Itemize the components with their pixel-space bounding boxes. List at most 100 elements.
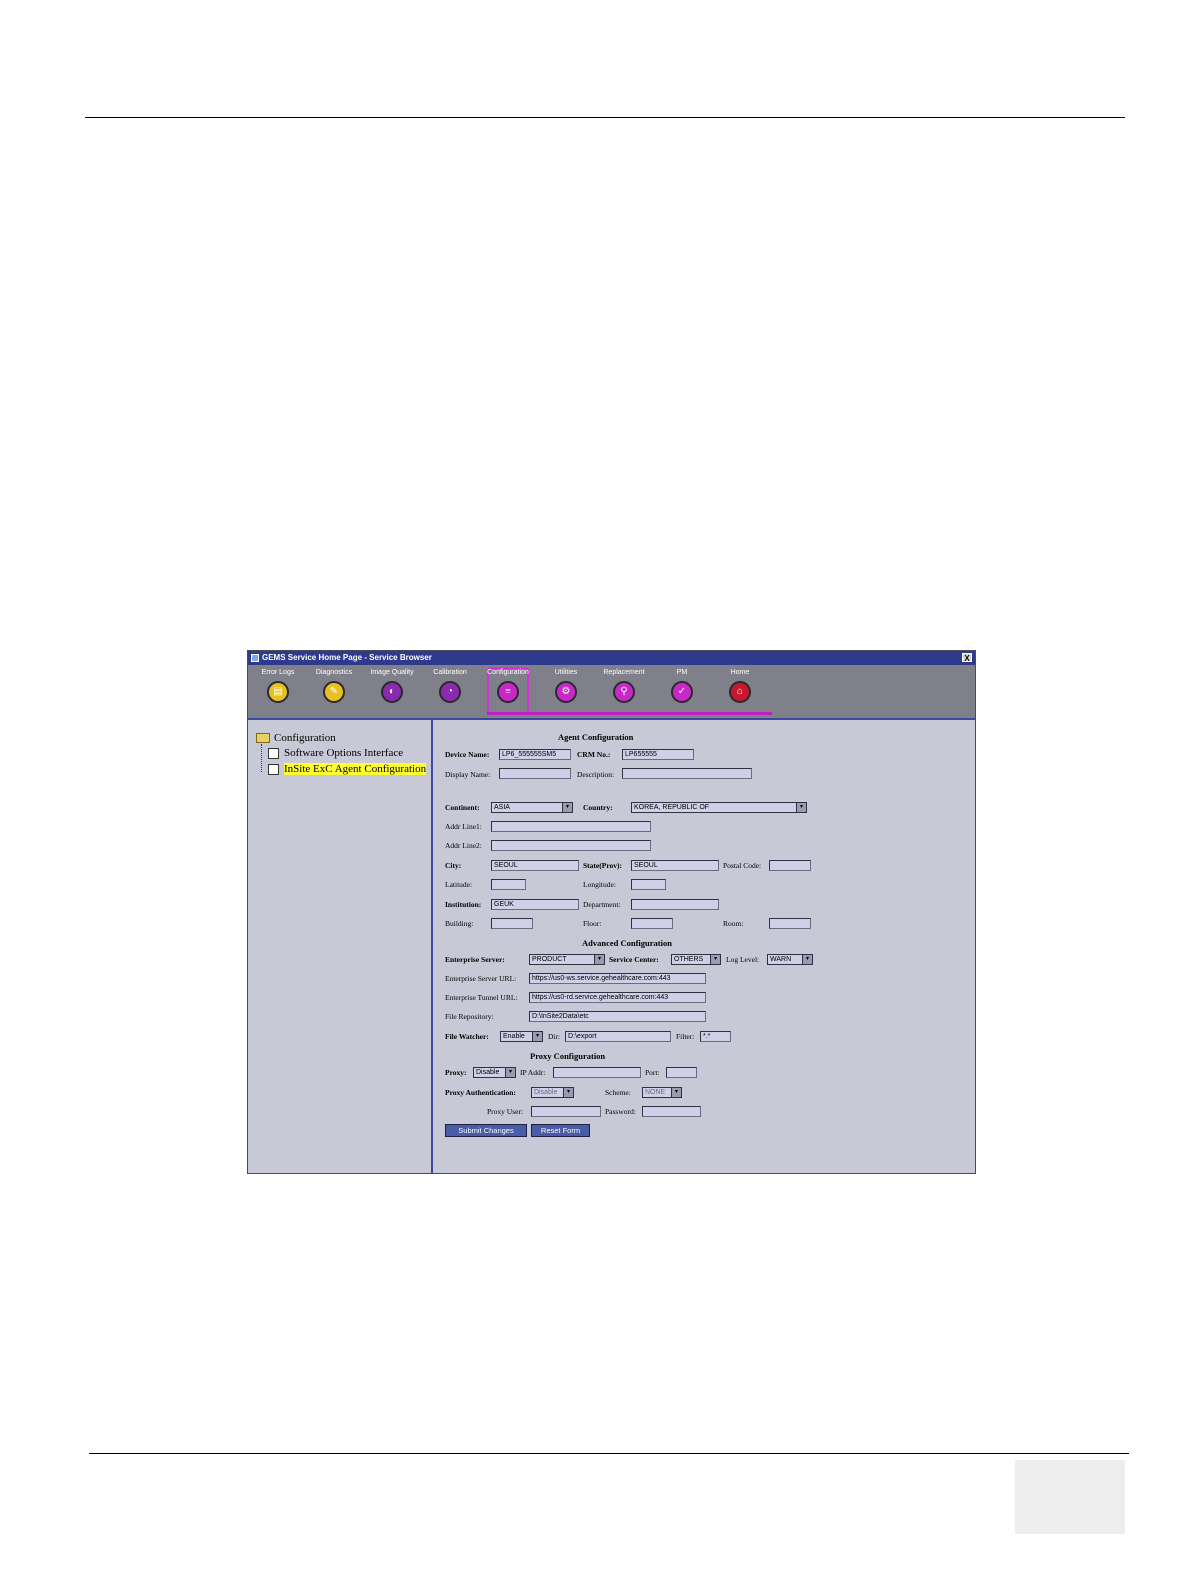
city-label: City: <box>445 861 462 870</box>
service-center-select[interactable]: OTHERS ▾ <box>671 954 721 965</box>
department-field[interactable] <box>631 899 719 910</box>
dropdown-arrow-icon: ▾ <box>710 955 720 964</box>
log-level-value: WARN <box>770 956 792 963</box>
tab-configuration[interactable]: Configuration ≡ <box>478 667 538 703</box>
institution-field[interactable]: GEUK <box>491 899 579 910</box>
room-label: Room: <box>723 919 744 928</box>
tab-label: Replacement <box>603 669 645 676</box>
continent-label: Continent: <box>445 803 480 812</box>
active-tab-underline <box>487 712 772 715</box>
tab-replacement[interactable]: Replacement ⚲ <box>594 667 654 703</box>
enterprise-server-label: Enterprise Server: <box>445 955 505 964</box>
agent-config-title: Agent Configuration <box>558 732 634 742</box>
reset-form-button[interactable]: Reset Form <box>531 1124 590 1137</box>
page-number-box <box>1015 1460 1125 1534</box>
postal-code-field[interactable] <box>769 860 811 871</box>
tab-label: Configuration <box>487 669 529 676</box>
dropdown-arrow-icon: ▾ <box>532 1032 542 1041</box>
proxy-user-field[interactable] <box>531 1106 601 1117</box>
service-center-label: Service Center: <box>609 955 659 964</box>
floor-field[interactable] <box>631 918 673 929</box>
proxy-label: Proxy: <box>445 1068 467 1077</box>
scheme-label: Scheme: <box>605 1088 631 1097</box>
crm-field[interactable]: LP655555 <box>622 749 694 760</box>
scheme-select[interactable]: NONE ▾ <box>642 1087 682 1098</box>
description-label: Description: <box>577 770 615 779</box>
proxy-config-title: Proxy Configuration <box>530 1051 606 1061</box>
tree-item-insite-agent-config[interactable]: InSite ExC Agent Configuration <box>268 763 427 775</box>
proxy-value: Disable <box>476 1069 500 1076</box>
latitude-field[interactable] <box>491 879 526 890</box>
dir-field[interactable]: D:\export <box>565 1031 671 1042</box>
addr1-field[interactable] <box>491 821 651 832</box>
proxy-auth-select[interactable]: Disable ▾ <box>531 1087 574 1098</box>
file-repository-field[interactable]: D:\InSite2Data\etc <box>529 1011 706 1022</box>
tab-home[interactable]: Home ⌂ <box>710 667 770 703</box>
toolbar: Error Logs ▤ Diagnostics ✎ Image Quality ◐ Cal… <box>248 665 975 718</box>
port-field[interactable] <box>666 1067 697 1078</box>
city-field[interactable]: SEOUL <box>491 860 579 871</box>
close-button[interactable]: X <box>962 653 972 663</box>
building-label: Building: <box>445 919 474 928</box>
longitude-field[interactable] <box>631 879 666 890</box>
proxy-select[interactable]: Disable ▾ <box>473 1067 516 1078</box>
continent-select[interactable]: ASIA ▾ <box>491 802 573 813</box>
building-field[interactable] <box>491 918 533 929</box>
browser-icon <box>251 654 259 662</box>
proxy-auth-value: Disable <box>534 1089 558 1096</box>
ip-addr-field[interactable] <box>553 1067 641 1078</box>
utilities-icon: ⚙ <box>555 681 577 703</box>
tree-item-label: Software Options Interface <box>284 747 404 759</box>
file-watcher-select[interactable]: Enable ▾ <box>500 1031 543 1042</box>
filter-label: Filter: <box>676 1032 695 1041</box>
tunnel-url-field[interactable]: https://us0-rd.service.gehealthcare.com:… <box>529 992 706 1003</box>
tab-pm[interactable]: PM ✓ <box>652 667 712 703</box>
device-name-field[interactable]: LP6_555555SM5 <box>499 749 571 760</box>
dropdown-arrow-icon: ▾ <box>671 1088 681 1097</box>
device-name-label: Device Name: <box>445 750 490 759</box>
tab-label: Home <box>730 669 750 676</box>
tab-image-quality[interactable]: Image Quality ◐ <box>362 667 422 703</box>
filter-field[interactable]: *.* <box>700 1031 731 1042</box>
enterprise-server-select[interactable]: PRODUCT ▾ <box>529 954 605 965</box>
tab-diagnostics[interactable]: Diagnostics ✎ <box>304 667 364 703</box>
footer-rule <box>89 1453 1129 1454</box>
service-center-value: OTHERS <box>674 956 704 963</box>
room-field[interactable] <box>769 918 811 929</box>
state-field[interactable]: SEOUL <box>631 860 719 871</box>
tab-utilities[interactable]: Utilities ⚙ <box>536 667 596 703</box>
calibration-icon: ◔ <box>439 681 461 703</box>
addr2-field[interactable] <box>491 840 651 851</box>
replacement-icon: ⚲ <box>613 681 635 703</box>
ip-addr-label: IP Addr: <box>520 1068 546 1077</box>
tree-connector <box>261 744 263 772</box>
log-level-select[interactable]: WARN ▾ <box>767 954 813 965</box>
display-name-field[interactable] <box>499 768 571 779</box>
description-field[interactable] <box>622 768 752 779</box>
service-browser-window: GEMS Service Home Page - Service Browser… <box>247 650 976 1174</box>
country-label: Country: <box>583 803 613 812</box>
dir-label: Dir: <box>548 1032 561 1041</box>
tab-calibration[interactable]: Calibration ◔ <box>420 667 480 703</box>
country-value: KOREA, REPUBLIC OF <box>634 804 710 811</box>
tree-root-configuration[interactable]: Configuration <box>256 732 336 744</box>
tab-label: Utilities <box>554 669 578 676</box>
latitude-label: Latitude: <box>445 880 473 889</box>
addr2-label: Addr Line2: <box>445 841 482 850</box>
password-field[interactable] <box>642 1106 701 1117</box>
tab-label: Error Logs <box>261 669 295 676</box>
addr1-label: Addr Line1: <box>445 822 482 831</box>
port-label: Port: <box>645 1068 660 1077</box>
server-url-field[interactable]: https://us0-ws.service.gehealthcare.com:… <box>529 973 706 984</box>
error-logs-icon: ▤ <box>267 681 289 703</box>
country-select[interactable]: KOREA, REPUBLIC OF ▾ <box>631 802 807 813</box>
folder-icon <box>256 733 270 744</box>
tab-error-logs[interactable]: Error Logs ▤ <box>248 667 308 703</box>
tree-item-software-options[interactable]: Software Options Interface <box>268 747 403 759</box>
advanced-config-title: Advanced Configuration <box>582 938 672 948</box>
home-icon: ⌂ <box>729 681 751 703</box>
submit-changes-button[interactable]: Submit Changes <box>445 1124 527 1137</box>
password-label: Password: <box>605 1107 636 1116</box>
institution-label: Institution: <box>445 900 482 909</box>
tree-root-label: Configuration <box>274 732 336 744</box>
